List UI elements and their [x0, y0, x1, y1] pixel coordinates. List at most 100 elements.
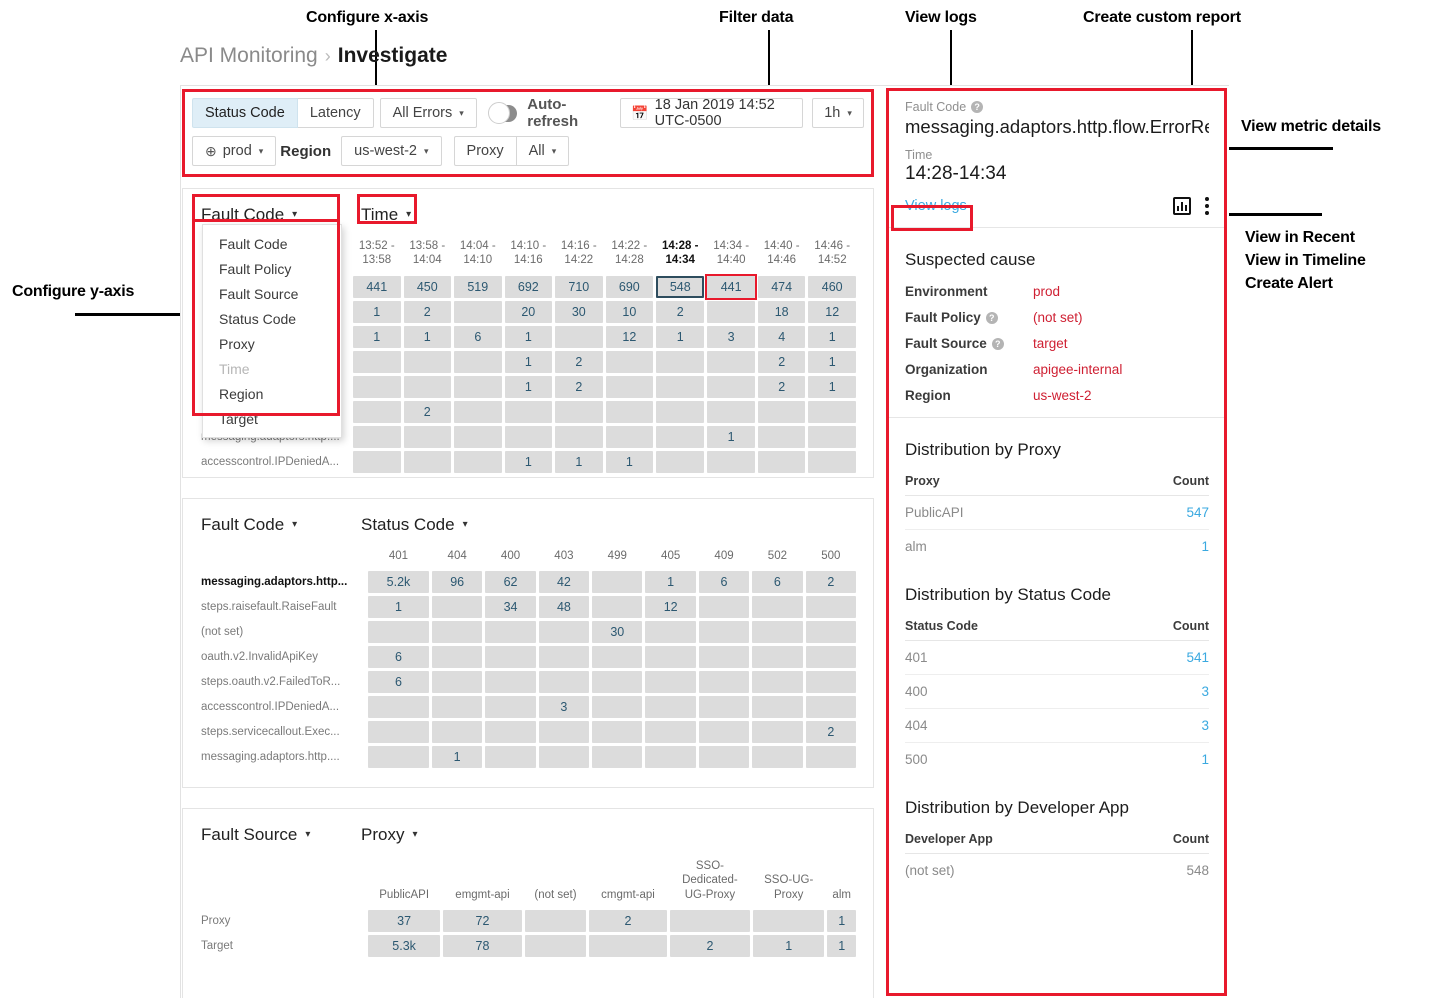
heatmap-cell[interactable]: 96: [431, 571, 483, 594]
heatmap-cell[interactable]: 690: [605, 275, 654, 298]
suspected-cause-value[interactable]: (not set): [1033, 310, 1083, 325]
heatmap-cell[interactable]: [592, 696, 643, 719]
environment-dropdown[interactable]: ⊕ prod ▾: [192, 136, 277, 166]
heatmap-cell[interactable]: 1: [707, 425, 755, 448]
heatmap-cell[interactable]: [707, 300, 755, 323]
heatmap-cell[interactable]: [656, 425, 705, 448]
view-logs-link[interactable]: View logs: [905, 198, 967, 214]
heatmap-cell[interactable]: [524, 910, 587, 933]
heatmap-col-header[interactable]: 14:46 -14:52: [808, 236, 856, 273]
heatmap-col-header[interactable]: 400: [485, 546, 535, 568]
heatmap-col-header[interactable]: 502: [752, 546, 802, 568]
heatmap-cell[interactable]: [752, 721, 803, 744]
heatmap-cell[interactable]: [592, 646, 643, 669]
suspected-cause-value[interactable]: us-west-2: [1033, 388, 1092, 403]
heatmap-cell[interactable]: [752, 646, 803, 669]
heatmap-cell[interactable]: 2: [403, 400, 452, 423]
status-code-button[interactable]: Status Code: [192, 98, 298, 128]
heatmap-cell[interactable]: [645, 621, 696, 644]
heatmap-cell[interactable]: 6: [368, 646, 429, 669]
heatmap-cell[interactable]: [757, 450, 806, 473]
heatmap-cell[interactable]: [353, 375, 401, 398]
heatmap-col-header[interactable]: 14:10 -14:16: [505, 236, 553, 273]
heatmap-cell[interactable]: 6: [698, 571, 750, 594]
heatmap-col-header[interactable]: 13:58 -14:04: [404, 236, 452, 273]
heatmap-cell[interactable]: [538, 746, 590, 769]
help-icon[interactable]: ?: [991, 337, 1004, 350]
heatmap-cell[interactable]: 1: [353, 300, 401, 323]
heatmap-cell[interactable]: 1: [808, 375, 856, 398]
heatmap-cell[interactable]: [485, 671, 536, 694]
heatmap-col-header[interactable]: 14:40 -14:46: [758, 236, 806, 273]
region-dropdown[interactable]: us-west-2 ▾: [341, 136, 442, 166]
heatmap-cell[interactable]: 1: [403, 325, 452, 348]
x-axis-dropdown-2[interactable]: Status Code ▾: [357, 513, 472, 537]
heatmap-cell[interactable]: 2: [555, 375, 603, 398]
heatmap-cell[interactable]: 2: [757, 375, 806, 398]
heatmap-cell[interactable]: 2: [805, 721, 856, 744]
heatmap-cell[interactable]: [368, 621, 429, 644]
heatmap-cell[interactable]: 1: [504, 375, 553, 398]
dist-row-count[interactable]: 547: [1093, 495, 1209, 530]
heatmap-cell[interactable]: 1: [808, 325, 856, 348]
heatmap-cell[interactable]: [592, 746, 643, 769]
heatmap-cell[interactable]: 3: [538, 696, 590, 719]
heatmap-cell[interactable]: [589, 935, 667, 958]
heatmap-cell[interactable]: 548: [656, 275, 705, 298]
heatmap-cell[interactable]: [645, 696, 696, 719]
heatmap-col-header[interactable]: SSO- Dedicated- UG-Proxy: [670, 856, 750, 907]
breadcrumb-root[interactable]: API Monitoring: [180, 44, 318, 67]
all-errors-dropdown[interactable]: All Errors ▾: [379, 98, 477, 128]
heatmap-cell[interactable]: 30: [592, 621, 643, 644]
heatmap-cell[interactable]: 18: [757, 300, 806, 323]
heatmap-row-label[interactable]: accesscontrol.IPDeniedA...: [200, 696, 365, 718]
heatmap-col-header[interactable]: 403: [539, 546, 589, 568]
heatmap-cell[interactable]: 62: [485, 571, 536, 594]
heatmap-cell[interactable]: 2: [589, 910, 667, 933]
heatmap-cell[interactable]: [431, 696, 483, 719]
suspected-cause-value[interactable]: apigee-internal: [1033, 362, 1122, 377]
heatmap-cell[interactable]: [645, 671, 696, 694]
heatmap-cell[interactable]: [431, 671, 483, 694]
heatmap-cell[interactable]: 6: [368, 671, 429, 694]
heatmap-cell[interactable]: 6: [454, 325, 502, 348]
heatmap-cell[interactable]: 1: [504, 350, 553, 373]
heatmap-cell[interactable]: [656, 350, 705, 373]
heatmap-cell[interactable]: 6: [752, 571, 803, 594]
heatmap-cell[interactable]: 2: [656, 300, 705, 323]
heatmap-cell[interactable]: [592, 721, 643, 744]
heatmap-col-header[interactable]: SSO-UG- Proxy: [753, 856, 824, 907]
heatmap-cell[interactable]: 10: [605, 300, 654, 323]
heatmap-cell[interactable]: [431, 646, 483, 669]
heatmap-col-header[interactable]: 13:52 -13:58: [353, 236, 401, 273]
heatmap-col-header[interactable]: 14:34 -14:40: [707, 236, 755, 273]
dist-row-count[interactable]: 1: [1093, 530, 1209, 564]
heatmap-cell[interactable]: 441: [353, 275, 401, 298]
heatmap-row-label[interactable]: steps.servicecallout.Exec...: [200, 721, 365, 743]
heatmap-cell[interactable]: [353, 400, 401, 423]
heatmap-cell[interactable]: 42: [538, 571, 590, 594]
heatmap-cell[interactable]: 34: [485, 596, 536, 619]
heatmap-cell[interactable]: 1: [504, 325, 553, 348]
heatmap-cell[interactable]: [707, 375, 755, 398]
heatmap-row-label[interactable]: Target: [200, 935, 365, 957]
heatmap-cell[interactable]: [645, 721, 696, 744]
heatmap-cell[interactable]: 48: [538, 596, 590, 619]
heatmap-cell[interactable]: [753, 910, 825, 933]
heatmap-cell[interactable]: [454, 350, 502, 373]
heatmap-col-header[interactable]: 499: [592, 546, 642, 568]
heatmap-cell[interactable]: 2: [669, 935, 751, 958]
heatmap-cell[interactable]: [485, 696, 536, 719]
heatmap-cell[interactable]: 710: [555, 275, 603, 298]
heatmap-cell[interactable]: [485, 721, 536, 744]
heatmap-cell[interactable]: [605, 400, 654, 423]
heatmap-cell[interactable]: [656, 450, 705, 473]
heatmap-cell[interactable]: 1: [645, 571, 696, 594]
heatmap-col-header[interactable]: emgmt-api: [443, 856, 521, 907]
heatmap-cell[interactable]: [752, 671, 803, 694]
heatmap-cell[interactable]: [805, 646, 856, 669]
heatmap-cell[interactable]: [752, 746, 803, 769]
heatmap-row-label[interactable]: steps.oauth.v2.FailedToR...: [200, 671, 365, 693]
heatmap-cell[interactable]: 1: [368, 596, 429, 619]
heatmap-cell[interactable]: [656, 375, 705, 398]
